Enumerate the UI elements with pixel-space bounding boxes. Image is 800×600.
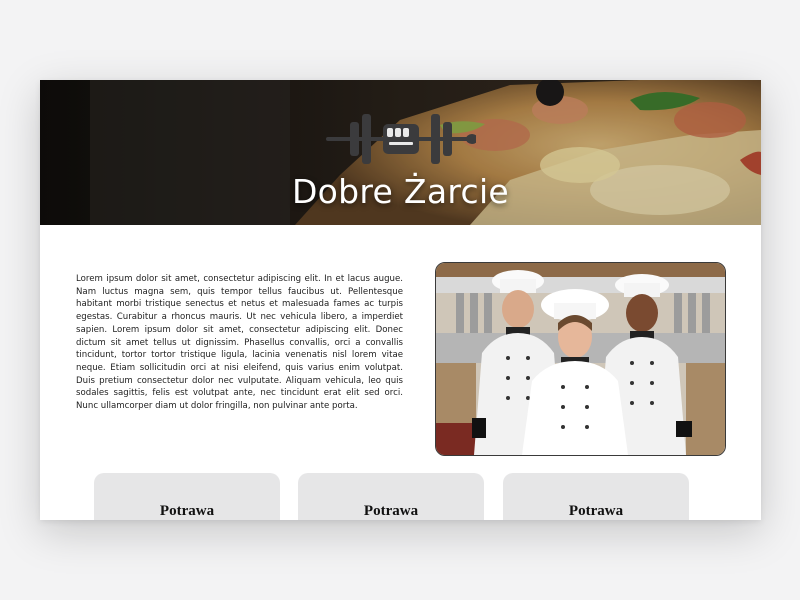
chefs-photo bbox=[435, 262, 726, 456]
dish-card[interactable]: Potrawa bbox=[94, 473, 280, 520]
dish-card[interactable]: Potrawa bbox=[298, 473, 484, 520]
dish-card[interactable]: Potrawa bbox=[503, 473, 689, 520]
dish-card-title: Potrawa bbox=[363, 503, 419, 519]
barbell-fist-icon bbox=[326, 114, 476, 164]
page-container: Dobre Żarcie Lorem ipsum dolor sit amet,… bbox=[40, 80, 761, 520]
hero-banner: Dobre Żarcie bbox=[40, 80, 761, 225]
hero-title: Dobre Żarcie bbox=[291, 172, 510, 211]
intro-paragraph: Lorem ipsum dolor sit amet, consectetur … bbox=[76, 274, 403, 412]
dish-card-title: Potrawa bbox=[568, 503, 624, 519]
dish-card-title: Potrawa bbox=[159, 503, 215, 519]
